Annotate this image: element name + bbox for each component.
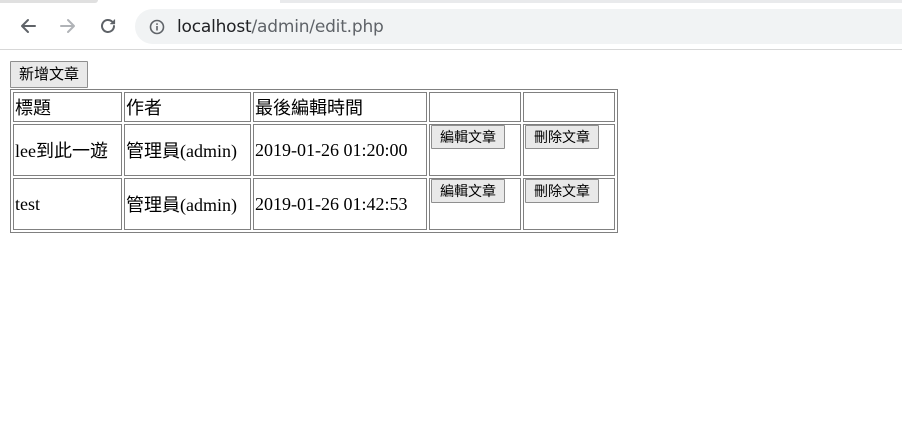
table-row: lee到此一遊 管理員(admin) 2019-01-26 01:20:00 編… [13,124,615,176]
address-bar[interactable]: localhost/admin/edit.php [135,9,902,44]
arrow-left-icon [21,19,36,33]
delete-cell: 刪除文章 [523,124,615,176]
url-text[interactable]: localhost/admin/edit.php [177,17,384,37]
table-row: test 管理員(admin) 2019-01-26 01:42:53 編輯文章… [13,178,615,230]
header-title: 標題 [13,92,122,122]
post-author: 管理員(admin) [124,124,251,176]
arrow-right-icon [60,19,75,33]
edit-post-button[interactable]: 編輯文章 [431,125,505,149]
post-author: 管理員(admin) [124,178,251,230]
edit-post-button[interactable]: 編輯文章 [431,179,505,203]
posts-table: 標題 作者 最後編輯時間 lee到此一遊 管理員(admin) 2019-01-… [10,89,618,233]
delete-cell: 刪除文章 [523,178,615,230]
info-icon[interactable] [149,19,165,35]
reload-icon [101,19,116,33]
header-delete [523,92,615,122]
header-author: 作者 [124,92,251,122]
reload-button[interactable] [93,11,123,41]
post-updated: 2019-01-26 01:42:53 [253,178,427,230]
edit-cell: 編輯文章 [429,178,521,230]
new-post-button[interactable]: 新增文章 [10,61,89,88]
url-host: localhost [177,16,252,37]
post-title: lee到此一遊 [13,124,122,176]
browser-tab[interactable] [0,0,98,3]
forward-button[interactable] [53,11,83,41]
delete-post-button[interactable]: 刪除文章 [525,179,599,203]
post-title: test [13,178,122,230]
tab-strip [280,0,902,3]
table-header-row: 標題 作者 最後編輯時間 [13,92,615,122]
url-path: /admin/edit.php [251,16,384,37]
page-content: 新增文章 標題 作者 最後編輯時間 lee到此一遊 管理員(admin) 201… [0,50,902,443]
post-updated: 2019-01-26 01:20:00 [253,124,427,176]
back-button[interactable] [13,11,43,41]
delete-post-button[interactable]: 刪除文章 [525,125,599,149]
edit-cell: 編輯文章 [429,124,521,176]
browser-toolbar: localhost/admin/edit.php [0,0,902,50]
header-updated: 最後編輯時間 [253,92,427,122]
header-edit [429,92,521,122]
